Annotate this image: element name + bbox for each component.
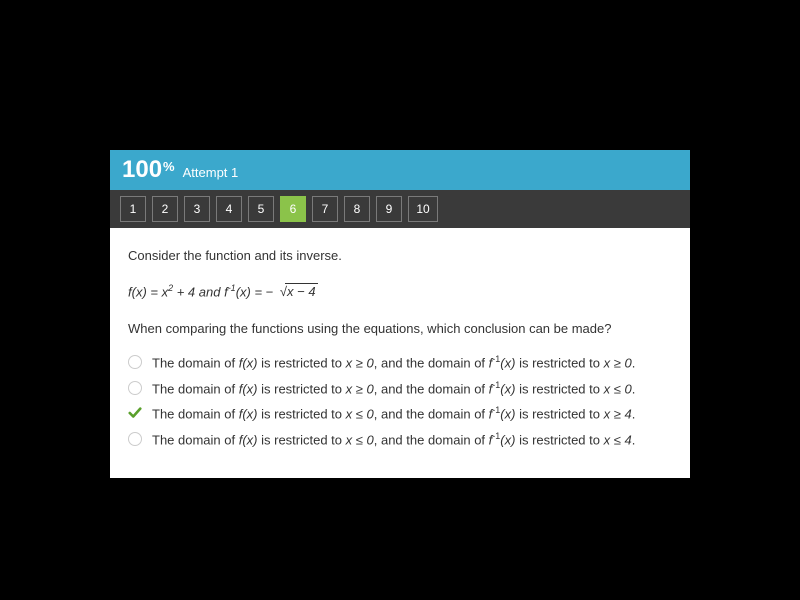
quiz-panel: 100 % Attempt 1 12345678910 Consider the… [110,150,690,478]
nav-item-10[interactable]: 10 [408,196,438,222]
eq-sup: -1 [228,283,236,293]
option-text: The domain of f(x) is restricted to x ≤ … [152,430,635,450]
score-value: 100 [122,156,162,184]
option-row[interactable]: The domain of f(x) is restricted to x ≤ … [128,430,672,450]
option-row[interactable]: The domain of f(x) is restricted to x ≥ … [128,353,672,373]
score-header: 100 % Attempt 1 [110,150,690,190]
question-nav: 12345678910 [110,190,690,228]
radio-icon [128,355,142,369]
radio-icon [128,432,142,446]
eq-part: (x) = − [236,284,277,299]
option-text: The domain of f(x) is restricted to x ≤ … [152,404,635,424]
nav-item-6[interactable]: 6 [280,196,306,222]
equation: f(x) = x2 + 4 and f-1(x) = − x − 4 [128,282,672,302]
radio-icon [128,381,142,395]
sqrt-icon: x − 4 [277,282,318,302]
eq-part: f(x) = x [128,284,168,299]
nav-item-2[interactable]: 2 [152,196,178,222]
percent-sign: % [163,159,175,174]
nav-item-4[interactable]: 4 [216,196,242,222]
nav-item-8[interactable]: 8 [344,196,370,222]
check-icon [128,406,142,420]
question-content: Consider the function and its inverse. f… [110,228,690,478]
nav-item-1[interactable]: 1 [120,196,146,222]
option-row[interactable]: The domain of f(x) is restricted to x ≥ … [128,379,672,399]
attempt-label: Attempt 1 [183,165,239,180]
option-text: The domain of f(x) is restricted to x ≥ … [152,353,635,373]
nav-item-7[interactable]: 7 [312,196,338,222]
eq-part: + 4 and f [173,284,228,299]
question-text: When comparing the functions using the e… [128,319,672,339]
option-row[interactable]: The domain of f(x) is restricted to x ≤ … [128,404,672,424]
sqrt-body: x − 4 [285,283,318,299]
option-text: The domain of f(x) is restricted to x ≥ … [152,379,635,399]
nav-item-3[interactable]: 3 [184,196,210,222]
options-list: The domain of f(x) is restricted to x ≥ … [128,353,672,450]
nav-item-9[interactable]: 9 [376,196,402,222]
prompt-text: Consider the function and its inverse. [128,246,672,266]
nav-item-5[interactable]: 5 [248,196,274,222]
